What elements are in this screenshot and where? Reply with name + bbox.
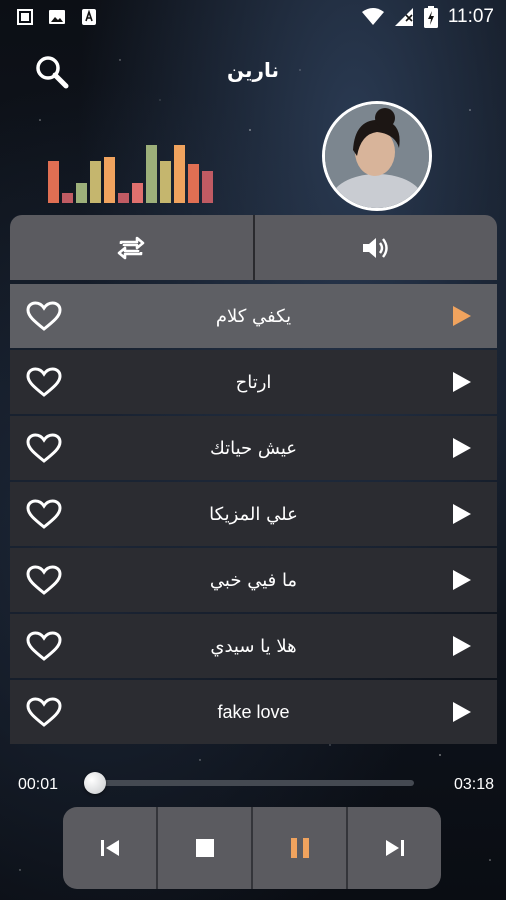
track-title: علي المزيكا <box>209 503 298 525</box>
repeat-icon <box>117 236 145 259</box>
equalizer-bar <box>62 193 73 203</box>
track-title: ما فيي خبي <box>209 569 298 591</box>
play-icon[interactable] <box>453 306 471 326</box>
equalizer-bar <box>146 145 157 203</box>
track-row[interactable]: ارتاح <box>10 350 497 414</box>
total-time: 03:18 <box>453 776 494 793</box>
heart-outline-icon[interactable] <box>26 697 62 727</box>
pause-button[interactable] <box>253 807 346 889</box>
track-title: يكفي كلام <box>215 305 292 327</box>
next-button[interactable] <box>348 807 441 889</box>
track-row[interactable]: ما فيي خبي <box>10 548 497 612</box>
pause-icon <box>290 838 309 858</box>
equalizer-bar <box>48 161 59 203</box>
stop-icon <box>195 839 214 857</box>
gallery-notification-icon <box>17 9 33 25</box>
status-time: 11:07 <box>447 6 494 27</box>
heart-outline-icon[interactable] <box>26 301 62 331</box>
equalizer-bar <box>202 171 213 203</box>
track-row[interactable]: يكفي كلام <box>10 284 497 348</box>
progress-section: 00:01 03:18 <box>0 768 506 798</box>
equalizer-bar <box>160 161 171 203</box>
track-row[interactable]: هلا يا سيدي <box>10 614 497 678</box>
player-controls <box>63 807 441 889</box>
battery-charging-icon <box>423 6 438 28</box>
heart-outline-icon[interactable] <box>26 367 62 397</box>
artist-photo <box>325 104 429 208</box>
play-icon[interactable] <box>453 702 471 722</box>
equalizer-bar <box>76 183 87 203</box>
stop-button[interactable] <box>158 807 251 889</box>
image-notification-icon <box>49 10 65 24</box>
track-title: عيش حياتك <box>209 437 298 459</box>
track-title: ارتاح <box>235 371 272 393</box>
equalizer-bar <box>188 164 199 203</box>
seek-bar[interactable] <box>92 780 414 786</box>
track-row[interactable]: fake love <box>10 680 497 744</box>
artist-avatar <box>322 101 432 211</box>
equalizer-bar <box>104 157 115 203</box>
heart-outline-icon[interactable] <box>26 499 62 529</box>
play-icon[interactable] <box>453 438 471 458</box>
track-row[interactable]: عيش حياتك <box>10 416 497 480</box>
track-title: هلا يا سيدي <box>210 635 297 657</box>
wifi-icon <box>361 8 384 25</box>
track-row[interactable]: علي المزيكا <box>10 482 497 546</box>
play-icon[interactable] <box>453 372 471 392</box>
equalizer-bar <box>174 145 185 203</box>
volume-icon <box>362 237 388 258</box>
equalizer-bar <box>90 161 101 203</box>
app-header: نارين <box>0 48 506 94</box>
seek-thumb[interactable] <box>83 772 106 794</box>
playback-options-bar <box>10 215 497 280</box>
play-icon[interactable] <box>453 636 471 656</box>
heart-outline-icon[interactable] <box>26 565 62 595</box>
skip-previous-icon <box>100 840 119 856</box>
track-title: fake love <box>217 701 290 722</box>
page-title: نارين <box>226 58 280 82</box>
equalizer-bar <box>118 193 129 203</box>
app-notification-icon <box>82 9 96 25</box>
play-icon[interactable] <box>453 570 471 590</box>
status-bar: 11:07 <box>0 0 506 36</box>
repeat-button[interactable] <box>10 215 253 280</box>
equalizer-visualizer <box>48 145 228 203</box>
elapsed-time: 00:01 <box>18 776 59 793</box>
cell-signal-icon <box>394 8 413 26</box>
heart-outline-icon[interactable] <box>26 631 62 661</box>
heart-outline-icon[interactable] <box>26 433 62 463</box>
volume-button[interactable] <box>255 215 498 280</box>
skip-next-icon <box>385 840 404 856</box>
previous-button[interactable] <box>63 807 156 889</box>
play-icon[interactable] <box>453 504 471 524</box>
equalizer-bar <box>132 183 143 203</box>
